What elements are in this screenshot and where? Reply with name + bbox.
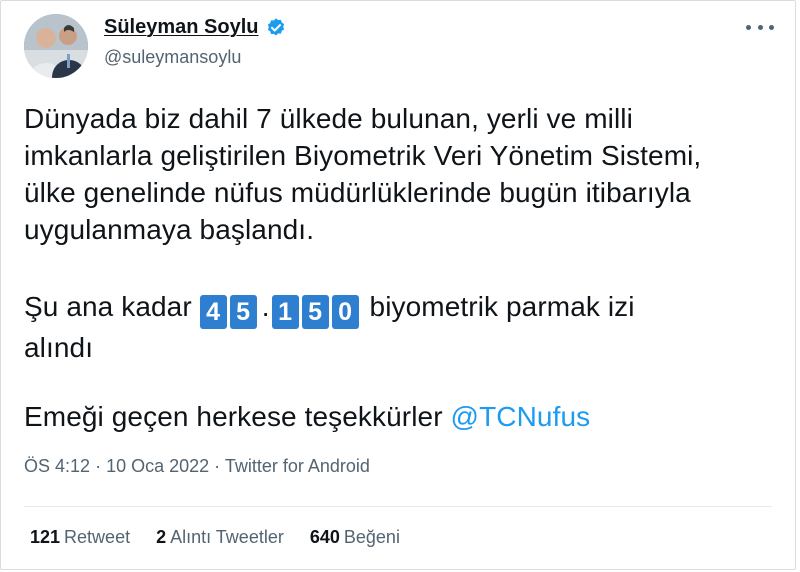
retweets-stat[interactable]: 121 Retweet (30, 527, 130, 548)
retweets-label: Retweet (64, 527, 131, 547)
counter-digit: 1 (271, 295, 299, 329)
divider (24, 506, 772, 507)
thanks-text: Emeği geçen herkese teşekkürler (24, 401, 443, 432)
tweet-paragraph-1: Dünyada biz dahil 7 ülkede bulunan, yerl… (24, 100, 774, 248)
text-line: Dünyada biz dahil 7 ülkede bulunan, yerl… (24, 103, 633, 134)
text-line: imkanlarla geliştirilen Biyometrik Veri … (24, 140, 702, 171)
text-line: ülke genelinde nüfus müdürlüklerinde bug… (24, 177, 691, 208)
counter-digit: 4 (199, 295, 227, 329)
tweet-stats: 121 Retweet 2 Alıntı Tweetler 640 Beğeni (30, 527, 400, 548)
mention-link[interactable]: @TCNufus (451, 401, 591, 432)
tweet-paragraph-3: Emeği geçen herkese teşekkürler @TCNufus (24, 398, 774, 435)
meta-separator: · (95, 456, 102, 476)
retweets-count: 121 (30, 527, 61, 547)
meta-separator: · (214, 456, 221, 476)
tweet-metadata: ÖS 4:12 · 10 Oca 2022 · Twitter for Andr… (24, 456, 370, 477)
counter-suffix-line2: alındı (24, 332, 94, 363)
text-line: uygulanmaya başlandı. (24, 214, 315, 245)
author-handle[interactable]: @suleymansoylu (104, 47, 241, 68)
counter-separator: . (261, 291, 270, 322)
counter-digit: 5 (301, 295, 329, 329)
counter-digits: 45.150 (199, 291, 362, 329)
counter-digit: 0 (331, 295, 359, 329)
tweet-paragraph-2: Şu ana kadar 45.150 biyometrik parmak iz… (24, 288, 774, 366)
tweet-date[interactable]: 10 Oca 2022 (106, 456, 209, 476)
tweet-source[interactable]: Twitter for Android (225, 456, 370, 476)
verified-badge-icon (265, 17, 287, 39)
avatar[interactable] (24, 14, 88, 78)
quotes-stat[interactable]: 2 Alıntı Tweetler (156, 527, 284, 548)
counter-suffix: biyometrik parmak izi (369, 291, 635, 322)
tweet-time[interactable]: ÖS 4:12 (24, 456, 90, 476)
likes-stat[interactable]: 640 Beğeni (310, 527, 400, 548)
likes-label: Beğeni (343, 527, 400, 547)
author-name-row: Süleyman Soylu (104, 16, 287, 39)
tweet-card (0, 0, 796, 570)
counter-digit: 5 (229, 295, 257, 329)
quotes-label: Alıntı Tweetler (170, 527, 284, 547)
profile-photo (24, 14, 88, 78)
more-options-icon[interactable] (746, 20, 774, 34)
counter-line: Şu ana kadar 45.150 biyometrik parmak iz… (24, 288, 774, 329)
author-name[interactable]: Süleyman Soylu (104, 16, 259, 39)
likes-count: 640 (309, 527, 340, 547)
counter-prefix: Şu ana kadar (24, 291, 192, 322)
quotes-count: 2 (156, 527, 167, 547)
